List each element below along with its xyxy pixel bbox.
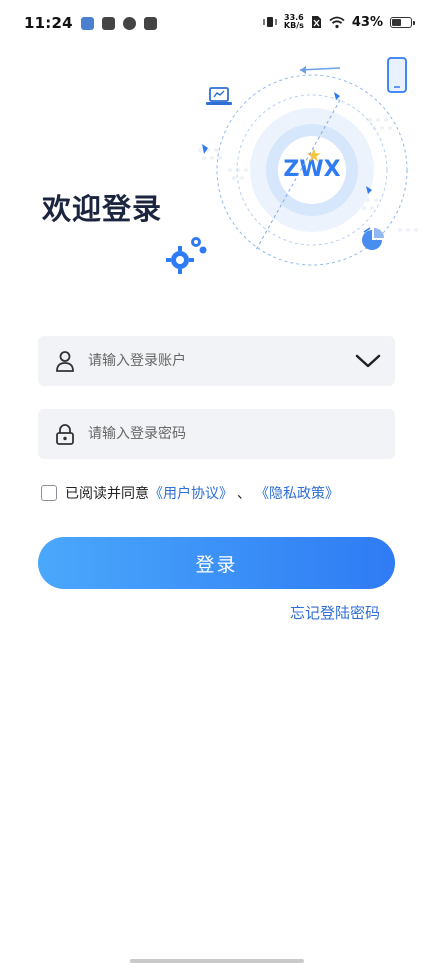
forgot-password-link[interactable]: 忘记登陆密码: [290, 602, 380, 623]
lock-icon: [38, 423, 88, 445]
password-field[interactable]: [38, 409, 395, 459]
page-title: 欢迎登录: [42, 192, 163, 226]
password-input[interactable]: [88, 414, 395, 454]
agreement-separator: 、: [237, 486, 251, 502]
brand-logo: ZWX: [283, 157, 340, 182]
username-field[interactable]: [38, 336, 395, 386]
settings-gears-icon: [166, 237, 207, 274]
user-agreement-link[interactable]: 《用户协议》: [149, 483, 233, 503]
archive-notification-icon: [101, 16, 115, 30]
login-button[interactable]: 登录: [38, 537, 395, 589]
message-notification-icon: [143, 16, 157, 30]
arrow-icon: [300, 66, 306, 74]
sync-notification-icon: [122, 16, 136, 30]
vibrate-icon: [263, 17, 277, 27]
header-illustration: ZWX: [166, 57, 418, 274]
wifi-icon: [329, 16, 345, 28]
phone-icon: [387, 57, 407, 93]
account-dropdown-toggle[interactable]: [341, 336, 395, 386]
status-time: 11:24: [24, 14, 73, 32]
status-left: 11:24: [24, 14, 157, 32]
monitor-icon: [206, 87, 232, 105]
network-speed-unit: KB/s: [283, 21, 304, 30]
privacy-policy-link[interactable]: 《隐私政策》: [255, 483, 339, 503]
flag-icon: [202, 144, 208, 154]
battery-icon: [390, 16, 415, 28]
user-icon: [38, 350, 88, 372]
username-input[interactable]: [88, 341, 341, 381]
agreement-checkbox[interactable]: [41, 485, 57, 501]
battery-level-fill: [392, 18, 401, 26]
status-right: 33.6 KB/s 43%: [263, 14, 415, 30]
agreement-row: 已阅读并同意 《用户协议》 、 《隐私政策》: [41, 483, 339, 503]
agreement-prefix-text: 已阅读并同意: [65, 486, 149, 502]
home-indicator[interactable]: [130, 959, 304, 963]
battery-text: 43%: [351, 14, 383, 30]
no-sim-icon: [311, 16, 321, 28]
chevron-down-icon: [355, 354, 381, 368]
network-speed: 33.6 KB/s: [284, 14, 304, 30]
gallery-notification-icon: [80, 16, 94, 30]
